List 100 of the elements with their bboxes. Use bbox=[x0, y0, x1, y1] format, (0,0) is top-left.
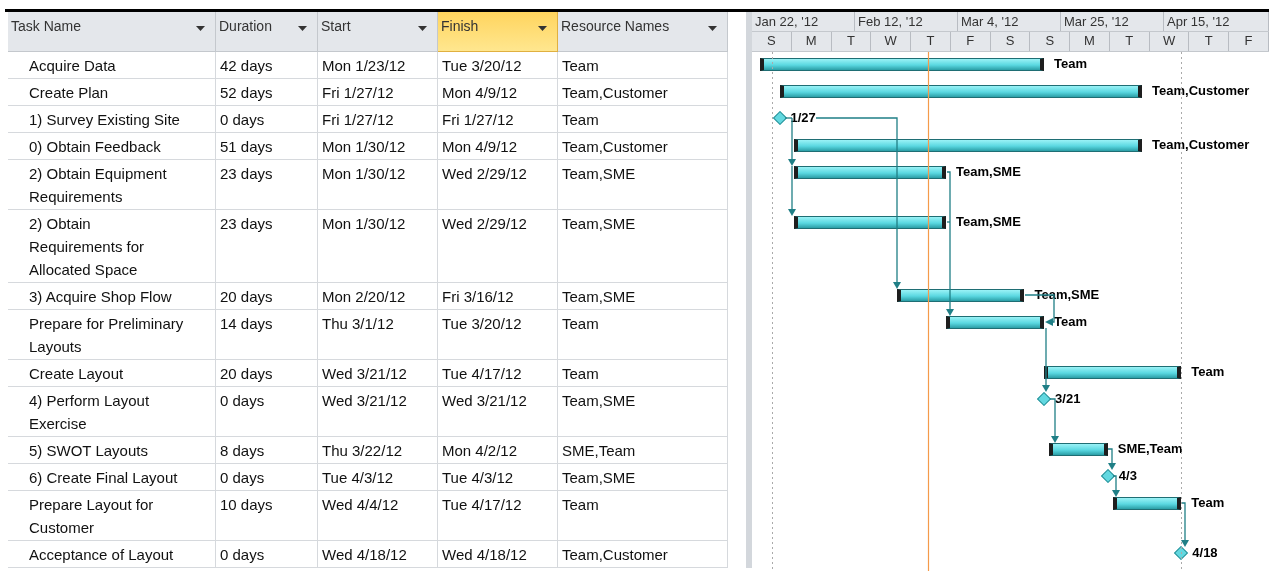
duration-cell: 23 days bbox=[220, 215, 273, 232]
duration-cell: 0 days bbox=[220, 546, 265, 563]
task-bar[interactable] bbox=[1112, 497, 1182, 510]
task-name: Acceptance of Layout bbox=[29, 545, 175, 565]
task-name: 0) Obtain Feedback bbox=[29, 137, 162, 157]
start-cell: Wed 3/21/12 bbox=[322, 392, 407, 409]
timescale-minor-label: W bbox=[871, 32, 912, 51]
bar-label: Team,Customer bbox=[1152, 136, 1250, 154]
task-bar[interactable] bbox=[1049, 443, 1108, 456]
timescale-minor-label: F bbox=[1229, 32, 1269, 51]
start-cell: Wed 3/21/12 bbox=[322, 365, 407, 382]
column-header[interactable]: Finish bbox=[438, 12, 558, 52]
finish-cell: Tue 4/17/12 bbox=[442, 496, 522, 513]
finish-cell: Wed 2/29/12 bbox=[442, 215, 527, 232]
timescale-major-label: Jan 22, '12 bbox=[752, 12, 855, 31]
column-header[interactable]: Resource Names bbox=[558, 12, 728, 52]
timescale-major-label: Mar 4, '12 bbox=[958, 12, 1061, 31]
duration-cell: 0 days bbox=[220, 469, 265, 486]
start-cell: Fri 1/27/12 bbox=[322, 84, 394, 101]
finish-cell: Tue 3/20/12 bbox=[442, 57, 522, 74]
task-bar[interactable] bbox=[779, 85, 1143, 98]
finish-cell: Mon 4/9/12 bbox=[442, 84, 518, 101]
finish-cell: Wed 2/29/12 bbox=[442, 165, 527, 182]
resource-cell: Team,SME bbox=[562, 288, 636, 305]
column-header[interactable]: Start bbox=[318, 12, 438, 52]
column-header[interactable]: Duration bbox=[216, 12, 318, 52]
timescale-minor-label: T bbox=[911, 32, 951, 51]
caret-icon bbox=[196, 26, 205, 31]
finish-cell: Mon 4/9/12 bbox=[442, 138, 518, 155]
start-cell: Thu 3/1/12 bbox=[322, 315, 394, 332]
resource-cell: Team,Customer bbox=[562, 546, 668, 563]
milestone-label: 1/27 bbox=[790, 109, 816, 127]
task-name: 1) Survey Existing Site bbox=[29, 110, 181, 130]
start-cell: Mon 1/23/12 bbox=[322, 57, 406, 74]
milestone-label: 3/21 bbox=[1055, 390, 1081, 408]
start-cell: Mon 2/20/12 bbox=[322, 288, 406, 305]
timescale-minor-label: S bbox=[990, 32, 1031, 51]
timescale-major-label: Apr 15, '12 bbox=[1164, 12, 1269, 31]
duration-cell: 10 days bbox=[220, 496, 273, 513]
finish-cell: Wed 3/21/12 bbox=[442, 392, 527, 409]
task-name: Acquire Data bbox=[29, 56, 117, 76]
start-cell: Tue 4/3/12 bbox=[322, 469, 394, 486]
finish-cell: Fri 3/16/12 bbox=[442, 288, 514, 305]
timescale-minor-label: F bbox=[950, 32, 991, 51]
timescale-minor-label: M bbox=[791, 32, 832, 51]
task-bar[interactable] bbox=[897, 289, 1025, 302]
resource-cell: Team,SME bbox=[562, 165, 636, 182]
finish-cell: Mon 4/2/12 bbox=[442, 442, 518, 459]
resource-cell: Team,SME bbox=[562, 469, 636, 486]
resource-cell: Team bbox=[562, 365, 599, 382]
task-bar[interactable] bbox=[1044, 366, 1182, 379]
resource-cell: Team bbox=[562, 57, 599, 74]
start-cell: Thu 3/22/12 bbox=[322, 442, 403, 459]
finish-cell: Tue 3/20/12 bbox=[442, 315, 522, 332]
duration-cell: 20 days bbox=[220, 365, 273, 382]
timescale-minor-label: T bbox=[1109, 32, 1150, 51]
duration-cell: 42 days bbox=[220, 57, 273, 74]
timescale-minor-label: M bbox=[1070, 32, 1110, 51]
timescale-minor-label: S bbox=[1030, 32, 1071, 51]
milestone-label: 4/3 bbox=[1118, 467, 1137, 485]
resource-cell: Team,SME bbox=[562, 215, 636, 232]
task-bar[interactable] bbox=[794, 166, 947, 179]
bar-label: Team bbox=[1054, 55, 1088, 73]
bar-label: Team,Customer bbox=[1152, 82, 1250, 100]
timescale-minor-label: T bbox=[831, 32, 872, 51]
task-name: 2) Obtain Equipment Requirements bbox=[29, 164, 168, 207]
duration-cell: 0 days bbox=[220, 111, 265, 128]
resource-cell: Team,Customer bbox=[562, 84, 668, 101]
caret-icon bbox=[538, 26, 547, 31]
task-bar[interactable] bbox=[794, 139, 1143, 152]
finish-cell: Fri 1/27/12 bbox=[442, 111, 514, 128]
task-name: Create Plan bbox=[29, 83, 110, 103]
task-bar[interactable] bbox=[759, 58, 1045, 71]
bar-label: Team bbox=[1191, 494, 1225, 512]
task-bar[interactable] bbox=[794, 216, 947, 229]
timescale-major-label: Feb 12, '12 bbox=[855, 12, 958, 31]
duration-cell: 14 days bbox=[220, 315, 273, 332]
resource-cell: Team bbox=[562, 496, 599, 513]
task-name: Prepare Layout for Customer bbox=[29, 495, 155, 538]
finish-cell: Tue 4/17/12 bbox=[442, 365, 522, 382]
bar-label: Team,SME bbox=[956, 213, 1021, 231]
resource-cell: Team,SME bbox=[562, 392, 636, 409]
start-cell: Fri 1/27/12 bbox=[322, 111, 394, 128]
timescale-minor-label: T bbox=[1189, 32, 1230, 51]
bar-label: Team bbox=[1054, 313, 1088, 331]
caret-icon bbox=[298, 26, 307, 31]
milestone-label: 4/18 bbox=[1192, 544, 1218, 562]
timescale-minor-label: W bbox=[1149, 32, 1190, 51]
task-bar[interactable] bbox=[946, 316, 1045, 329]
resource-cell: Team bbox=[562, 315, 599, 332]
task-name: 2) Obtain Requirements for Allocated Space bbox=[29, 214, 146, 280]
start-cell: Mon 1/30/12 bbox=[322, 215, 406, 232]
start-cell: Wed 4/18/12 bbox=[322, 546, 407, 563]
task-name: 3) Acquire Shop Flow bbox=[29, 287, 173, 307]
start-cell: Mon 1/30/12 bbox=[322, 165, 406, 182]
caret-icon bbox=[708, 26, 717, 31]
bar-label: Team,SME bbox=[956, 163, 1021, 181]
task-name: 5) SWOT Layouts bbox=[29, 441, 149, 461]
column-header[interactable]: Task Name bbox=[8, 12, 216, 52]
start-cell: Wed 4/4/12 bbox=[322, 496, 399, 513]
